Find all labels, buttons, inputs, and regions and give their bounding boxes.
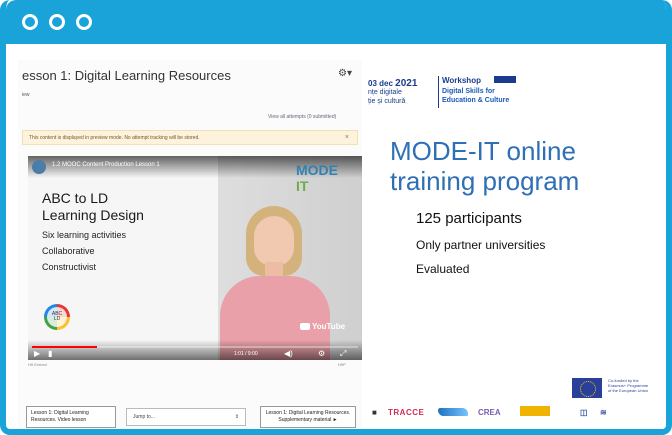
workshop-divider <box>438 76 439 108</box>
partner-logo-wing <box>438 408 468 416</box>
workshop-slide: 03 dec 2021 nțe digitale ție și cultură … <box>368 60 666 429</box>
video-player[interactable]: ABC to LD Learning Design Six learning a… <box>28 156 362 360</box>
partner-logo-crea: CREA <box>478 408 501 417</box>
youtube-icon <box>300 323 310 331</box>
eu-flag-icon <box>494 76 516 83</box>
workshop-title: Workshop <box>442 76 481 85</box>
eu-flag-icon <box>572 378 602 398</box>
youtube-logo[interactable]: YouTube <box>300 322 345 331</box>
video-slide-bullet: Collaborative <box>42 246 95 256</box>
next-icon[interactable]: ▮ <box>48 349 52 358</box>
workshop-ro-line-1: nțe digitale <box>368 89 402 96</box>
partner-logo-mark-1: ◫ <box>580 408 588 417</box>
eu-text-line-3: of the European Union <box>608 388 649 393</box>
channel-avatar[interactable] <box>32 160 46 174</box>
abc-ld-logo: ABC LD <box>44 304 70 330</box>
partner-logo-arts <box>520 406 550 416</box>
gear-icon[interactable]: ⚙▾ <box>338 68 352 79</box>
slide-heading-line-2: training program <box>390 166 580 196</box>
workshop-ro-line-2: ție și cultură <box>368 98 406 105</box>
mode-logo-text: MODE <box>296 162 338 178</box>
abc-logo-text-2: LD <box>53 316 61 322</box>
presenter-face <box>254 216 294 266</box>
video-progress-fill <box>32 346 98 348</box>
window-control-dot-3[interactable] <box>76 14 92 30</box>
window-control-dot-1[interactable] <box>22 14 38 30</box>
video-slide-bullet: Constructivist <box>42 262 97 272</box>
jump-to-select[interactable]: Jump to... ⇕ <box>126 408 246 426</box>
preview-notice: This content is displayed in preview mod… <box>22 130 358 145</box>
youtube-label: YouTube <box>312 322 346 331</box>
volume-icon[interactable]: ◀) <box>284 349 293 358</box>
eu-cofunded-text: Co-funded by the Erasmus+ Programme of t… <box>608 378 648 393</box>
partner-logo-mark-2: ≋ <box>600 408 607 417</box>
window-titlebar <box>6 0 666 44</box>
preview-notice-text: This content is displayed in preview mod… <box>29 135 200 141</box>
screen-content: esson 1: Digital Learning Resources ⚙▾ i… <box>18 60 666 429</box>
video-slide-title-line-1: ABC to LD <box>42 190 109 206</box>
settings-icon[interactable]: ⚙ <box>318 349 325 358</box>
tab-view[interactable]: iew <box>22 92 30 98</box>
chevron-updown-icon: ⇕ <box>234 414 239 420</box>
video-title[interactable]: 1.2 MOOC Content Production Lesson 1 <box>52 162 160 168</box>
partner-square-icon: ■ <box>372 408 377 417</box>
h5p-link[interactable]: H5P <box>338 362 346 367</box>
workshop-date-year: 2021 <box>395 78 418 89</box>
mode-it-logo: MODE IT <box>296 162 342 194</box>
fullscreen-icon[interactable]: ⤢ <box>340 349 346 359</box>
lms-panel: esson 1: Digital Learning Resources ⚙▾ i… <box>18 60 362 429</box>
workshop-en-line-2: Education & Culture <box>442 97 510 104</box>
app-window: esson 1: Digital Learning Resources ⚙▾ i… <box>0 0 672 435</box>
workshop-date: 03 dec 2021 <box>368 78 417 89</box>
slide-bullet: Evaluated <box>416 262 470 276</box>
play-icon[interactable]: ▶ <box>34 349 40 358</box>
partner-logos: ■ TRACCE CREA ◫ ≋ <box>372 400 666 428</box>
video-slide-bullet: Six learning activities <box>42 230 127 240</box>
page-title: esson 1: Digital Learning Resources <box>22 68 231 83</box>
video-controls: ▶ ▮ 1:01 / 9:00 ◀) ⚙ ⤢ <box>28 340 362 360</box>
close-icon[interactable]: × <box>345 134 349 141</box>
workshop-en-line-1: Digital Skills for <box>442 88 495 95</box>
video-time: 1:01 / 9:00 <box>234 351 258 357</box>
view-all-attempts-link[interactable]: View all attempts (0 submitted) <box>268 114 336 120</box>
h5p-embed-link[interactable]: H5 Embed <box>28 362 47 367</box>
workshop-date-day: 03 dec <box>368 79 393 88</box>
slide-heading: MODE-IT online training program <box>390 136 579 196</box>
jump-to-label: Jump to... <box>133 414 155 420</box>
video-slide-title-line-2: Learning Design <box>42 207 144 223</box>
slide-heading-line-1: MODE-IT online <box>390 136 576 166</box>
window-control-dot-2[interactable] <box>49 14 65 30</box>
partner-logo-tracce: TRACCE <box>388 408 425 417</box>
slide-bullet: 125 participants <box>416 210 522 227</box>
abc-ld-logo-text: ABC LD <box>47 307 67 327</box>
video-slide-title: ABC to LD Learning Design <box>42 190 144 224</box>
slide-bullet: Only partner universities <box>416 238 546 252</box>
it-logo-text: IT <box>296 178 309 194</box>
next-activity-button[interactable]: Lesson 1: Digital Learning Resources. Su… <box>260 406 356 428</box>
video-progress-bar[interactable] <box>32 346 358 348</box>
presenter-figure <box>220 206 330 360</box>
prev-activity-button[interactable]: Lesson 1: Digital Learning Resources. Vi… <box>26 406 116 428</box>
